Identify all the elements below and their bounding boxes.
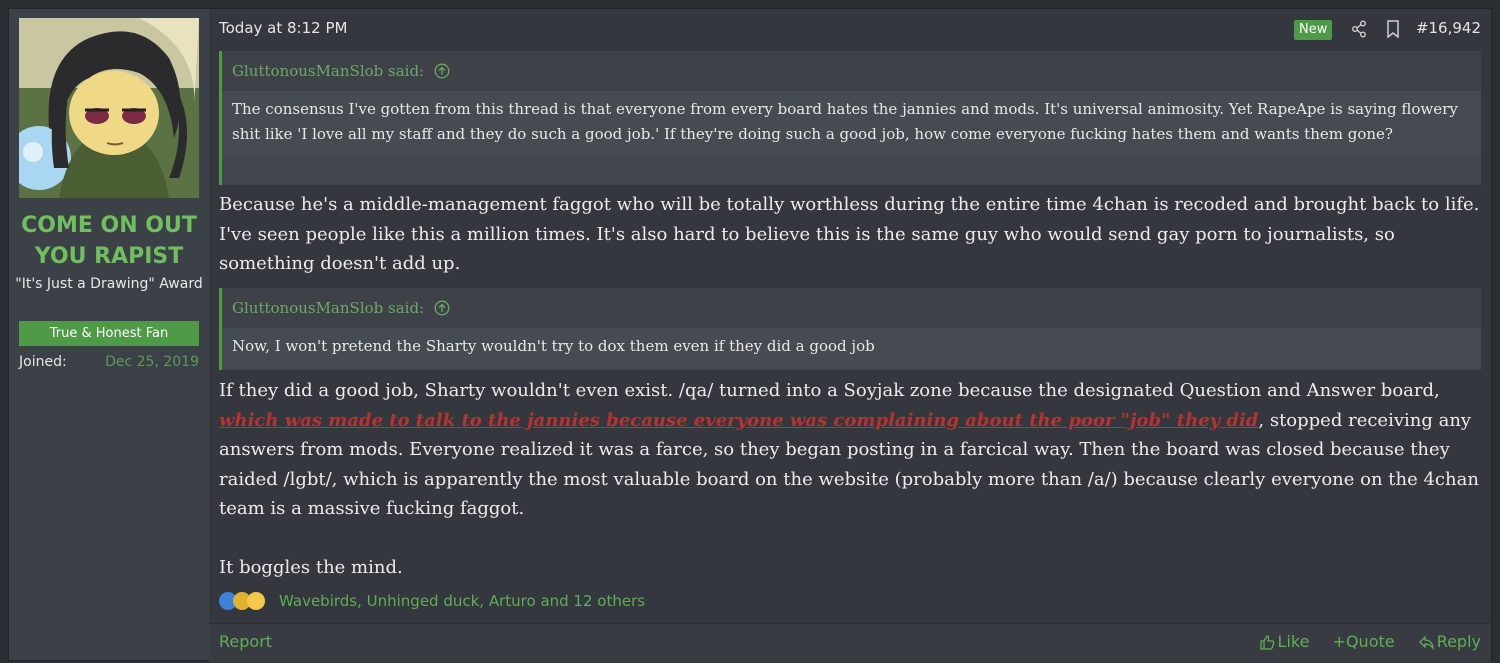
quote-text: Now, I won't pretend the Sharty wouldn't… bbox=[222, 328, 1481, 369]
reply-button[interactable]: Reply bbox=[1418, 632, 1481, 651]
post-date[interactable]: Today at 8:12 PM bbox=[219, 19, 347, 37]
post-paragraph: If they did a good job, Sharty wouldn't … bbox=[219, 376, 1481, 524]
arrow-up-icon[interactable] bbox=[434, 300, 450, 316]
user-column: COME ON OUT YOU RAPIST "It's Just a Draw… bbox=[9, 9, 209, 660]
post-paragraph: It boggles the mind. bbox=[219, 557, 403, 578]
arrow-up-icon[interactable] bbox=[434, 63, 450, 79]
user-banner: True & Honest Fan bbox=[19, 321, 199, 346]
user-title: "It's Just a Drawing" Award bbox=[15, 276, 203, 292]
new-badge: New bbox=[1294, 20, 1333, 40]
thinking-icon bbox=[247, 592, 265, 610]
inline-link[interactable]: which was made to talk to the jannies be… bbox=[219, 410, 1258, 431]
paragraph-text: If they did a good job, Sharty wouldn't … bbox=[219, 380, 1440, 401]
avatar[interactable] bbox=[19, 18, 199, 198]
reaction-users[interactable]: Wavebirds, Unhinged duck, Arturo and 12 … bbox=[279, 590, 645, 612]
post-paragraph: Because he's a middle-management faggot … bbox=[219, 194, 1480, 274]
quote-block: GluttonousManSlob said: Now, I won't pre… bbox=[219, 288, 1481, 370]
quote-author[interactable]: GluttonousManSlob said: bbox=[232, 62, 424, 80]
quote-header[interactable]: GluttonousManSlob said: bbox=[222, 288, 1481, 328]
post-actions: Like +Quote Reply bbox=[1241, 632, 1481, 651]
joined-label: Joined: bbox=[19, 354, 67, 370]
reply-label: Reply bbox=[1436, 632, 1481, 651]
like-label: Like bbox=[1277, 632, 1310, 651]
post-main: Today at 8:12 PM New #16,942 GluttonousM… bbox=[209, 9, 1491, 663]
quote-text: The consensus I've gotten from this thre… bbox=[222, 91, 1481, 157]
share-icon[interactable] bbox=[1351, 20, 1367, 38]
joined-row: Joined: Dec 25, 2019 bbox=[19, 351, 199, 373]
quote-author[interactable]: GluttonousManSlob said: bbox=[232, 299, 424, 317]
username[interactable]: COME ON OUT YOU RAPIST bbox=[9, 210, 209, 272]
like-button[interactable]: Like bbox=[1259, 632, 1315, 651]
bookmark-icon[interactable] bbox=[1386, 20, 1400, 38]
quote-button[interactable]: +Quote bbox=[1333, 632, 1395, 651]
post-footer: Report Like +Quote Reply bbox=[209, 623, 1491, 663]
thumbs-up-icon bbox=[1259, 635, 1274, 650]
joined-date: Dec 25, 2019 bbox=[105, 354, 199, 370]
report-link[interactable]: Report bbox=[219, 632, 272, 651]
quote-header[interactable]: GluttonousManSlob said: bbox=[222, 51, 1481, 91]
post-number[interactable]: #16,942 bbox=[1416, 19, 1481, 37]
quote-block: GluttonousManSlob said: The consensus I'… bbox=[219, 51, 1481, 185]
reply-icon bbox=[1418, 635, 1434, 651]
post: COME ON OUT YOU RAPIST "It's Just a Draw… bbox=[8, 8, 1492, 663]
